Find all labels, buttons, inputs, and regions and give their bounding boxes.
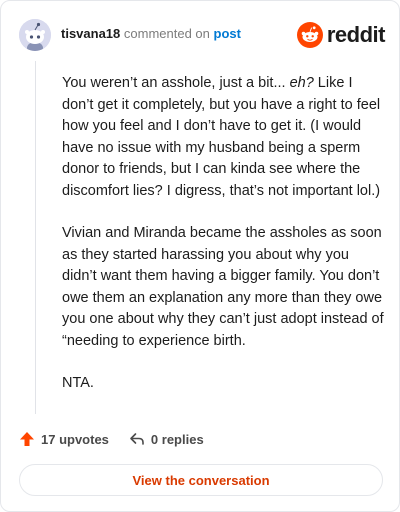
upvote-count: 17 upvotes [41, 431, 109, 447]
reddit-logo-icon [296, 22, 323, 48]
upvote-action[interactable]: 17 upvotes [19, 431, 109, 447]
p1-text-a: You weren’t an asshole, just a bit... [62, 75, 290, 91]
post-link[interactable]: post [214, 26, 241, 41]
comment-paragraph-2: Vivian and Miranda became the assholes a… [62, 225, 384, 349]
reddit-brand[interactable]: reddit [296, 21, 386, 49]
thread-line [35, 61, 36, 414]
upvote-arrow-icon [20, 432, 34, 446]
comment-paragraph-3: NTA. [62, 375, 94, 391]
p1-text-b: Like I don’t get it completely, but you … [62, 75, 381, 199]
reply-count: 0 replies [150, 431, 204, 447]
reddit-wordmark: reddit [326, 22, 386, 47]
username-link[interactable]: tisvana18 [61, 26, 120, 41]
avatar[interactable] [19, 19, 51, 51]
comment-card: tisvana18 commented on post reddit You w… [0, 0, 400, 512]
reply-action[interactable]: 0 replies [129, 431, 204, 447]
view-conversation-button[interactable]: View the conversation [19, 464, 383, 496]
p1-emphasis: eh? [289, 75, 314, 91]
comment-header: tisvana18 commented on post reddit [19, 19, 386, 51]
commented-on-text: commented on [123, 26, 210, 41]
comment-body: You weren’t an asshole, just a bit... eh… [62, 73, 384, 416]
comment-paragraph-1: You weren’t an asshole, just a bit... eh… [62, 73, 384, 202]
reply-icon [130, 433, 144, 445]
comment-actions: 17 upvotes 0 replies [19, 429, 224, 449]
snoo-avatar-icon [19, 19, 51, 51]
comment-meta: tisvana18 commented on post [61, 26, 241, 42]
